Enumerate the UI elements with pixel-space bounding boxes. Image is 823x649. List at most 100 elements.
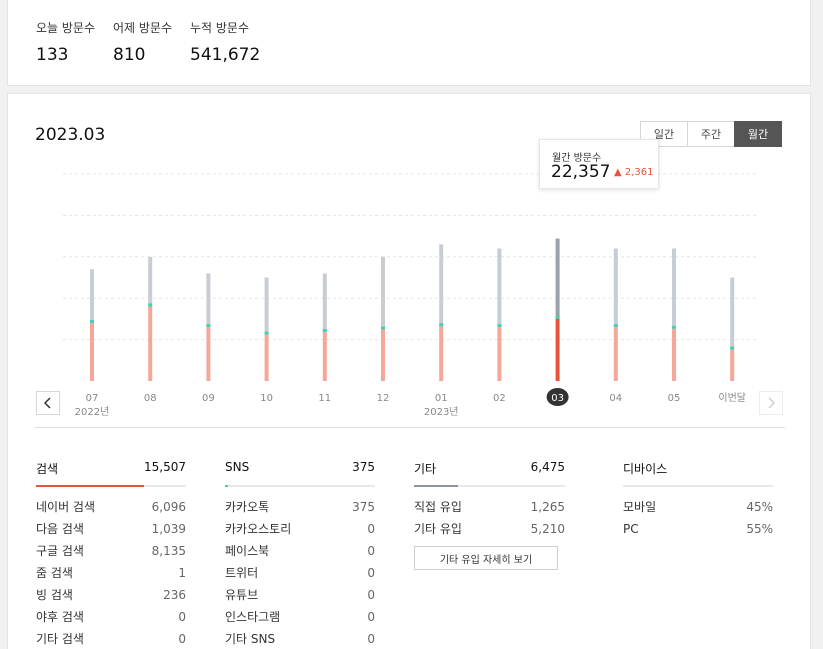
- stat-row: 카카오스토리 0: [225, 518, 375, 540]
- stat-row-value: 0: [367, 544, 375, 558]
- chart-tooltip: 월간 방문수 22,357 ▲ 2,361: [539, 139, 659, 189]
- bar-top-segment: [90, 269, 94, 324]
- bar-top-segment: [497, 248, 502, 328]
- bar-bottom-segment: [264, 334, 269, 381]
- x-tick-label: 11: [318, 393, 331, 404]
- sns-title: SNS: [225, 460, 250, 474]
- device-title: 디바이스: [623, 462, 668, 476]
- stat-row: 빙 검색 236: [36, 584, 186, 606]
- stat-row-value: 55%: [746, 522, 773, 536]
- bar-divider-mark: [148, 303, 153, 307]
- search-column: 검색 15,507 네이버 검색 6,096 다음 검색 1,039 구글 검색 8,13…: [36, 460, 186, 649]
- x-tick-label: 02: [493, 393, 506, 404]
- monthly-visits-chart: 07 08 09 10 11 12 01 02 03 04 05 이번달 2022년 2023년: [63, 173, 758, 418]
- stat-row-value: 8,135: [151, 544, 186, 558]
- bar-bottom-segment: [148, 306, 153, 381]
- x-tick-label: 08: [144, 393, 157, 404]
- stat-row: 야후 검색 0: [36, 606, 186, 628]
- bar-bottom-segment: [555, 318, 560, 381]
- stat-row-label: 야후 검색: [36, 610, 84, 624]
- x-tick-label: 07: [86, 393, 99, 404]
- stat-row-label: 페이스북: [225, 544, 270, 558]
- stat-row-value: 0: [367, 566, 375, 580]
- stat-row-value: 45%: [746, 500, 773, 514]
- stat-row-label: 빙 검색: [36, 588, 73, 602]
- bar-top-segment: [381, 256, 385, 330]
- bar-bottom-segment: [730, 349, 735, 381]
- stat-row-value: 1: [178, 566, 186, 580]
- stat-today-value: 133: [36, 45, 69, 65]
- stat-row: 직접 유입 1,265: [414, 496, 565, 518]
- chart-prev-button[interactable]: [36, 391, 60, 415]
- stat-row: PC 55%: [623, 518, 773, 540]
- stat-row-label: 네이버 검색: [36, 500, 96, 514]
- stat-row-value: 0: [367, 610, 375, 624]
- stat-row: 페이스북 0: [225, 540, 375, 562]
- bar-divider-mark: [497, 324, 502, 328]
- stat-today-label: 오늘 방문수: [36, 21, 96, 35]
- stat-row: 트위터 0: [225, 562, 375, 584]
- section-divider: [35, 427, 785, 428]
- tooltip-value: 22,357: [551, 162, 611, 182]
- stat-row-label: 유튜브: [225, 588, 259, 602]
- other-inflow-detail-button[interactable]: 기타 유입 자세히 보기: [414, 546, 558, 570]
- stat-yesterday: 어제 방문수 810: [113, 19, 172, 65]
- bar-top-segment: [148, 256, 153, 307]
- stat-row-label: 카카오스토리: [225, 522, 292, 536]
- bar-bottom-segment: [90, 323, 94, 381]
- x-tick-label: 10: [260, 393, 273, 404]
- bar-divider-mark: [672, 325, 676, 329]
- sns-total: 375: [352, 460, 375, 474]
- year-label: 2023년: [424, 406, 459, 418]
- chart-next-button[interactable]: [759, 391, 783, 415]
- bar-divider-mark: [206, 324, 211, 328]
- stat-total: 누적 방문수 541,672: [190, 19, 260, 65]
- stat-row-value: 1,265: [530, 500, 565, 514]
- sns-column: SNS 375 카카오톡 375 카카오스토리 0 페이스북 0 트위터 0 유튜브 0 인스타그램…: [225, 460, 375, 649]
- stat-total-label: 누적 방문수: [190, 21, 250, 35]
- bar-divider-mark: [613, 324, 618, 328]
- search-header: 검색 15,507: [36, 460, 186, 485]
- stat-row-value: 0: [178, 632, 186, 646]
- stat-row-label: 다음 검색: [36, 522, 84, 536]
- stat-row: 기타 SNS 0: [225, 628, 375, 649]
- stat-row-label: 모바일: [623, 500, 657, 514]
- bar-top-segment: [730, 277, 735, 350]
- year-label: 2022년: [75, 406, 110, 418]
- bar-bottom-segment: [672, 328, 676, 381]
- stat-row-label: 직접 유입: [414, 500, 462, 514]
- stat-row: 구글 검색 8,135: [36, 540, 186, 562]
- x-tick-label: 09: [202, 393, 215, 404]
- other-title: 기타: [414, 462, 437, 476]
- device-share-bar: [623, 485, 773, 487]
- x-tick-label: 03: [551, 393, 564, 404]
- x-tick-label: 01: [435, 393, 448, 404]
- stat-row-value: 0: [367, 588, 375, 602]
- stat-row-value: 0: [367, 522, 375, 536]
- search-share-bar: [36, 485, 186, 487]
- tooltip-delta: ▲ 2,361: [614, 167, 654, 178]
- stat-row-label: 기타 유입: [414, 522, 462, 536]
- bar-divider-mark: [322, 329, 327, 333]
- stat-row: 모바일 45%: [623, 496, 773, 518]
- stat-row-value: 5,210: [530, 522, 565, 536]
- x-tick-label: 04: [609, 393, 622, 404]
- stat-row-value: 1,039: [151, 522, 186, 536]
- other-total: 6,475: [530, 460, 565, 474]
- stat-row: 기타 유입 5,210: [414, 518, 565, 540]
- sns-header: SNS 375: [225, 460, 375, 485]
- x-tick-label: 05: [668, 393, 681, 404]
- stat-row-label: PC: [623, 522, 639, 536]
- bar-divider-mark: [439, 323, 444, 327]
- stat-row-label: 줌 검색: [36, 566, 73, 580]
- other-header: 기타 6,475: [414, 460, 565, 485]
- x-tick-label: 12: [377, 393, 390, 404]
- stat-row: 네이버 검색 6,096: [36, 496, 186, 518]
- bar-top-segment: [206, 273, 211, 328]
- bar-top-segment: [264, 277, 269, 335]
- other-column: 기타 6,475 직접 유입 1,265 기타 유입 5,210 기타 유입 자세히 …: [414, 460, 565, 570]
- chevron-left-icon: [43, 397, 51, 409]
- bar-top-segment: [439, 244, 444, 327]
- stat-row-value: 236: [163, 588, 186, 602]
- x-tick-label: 이번달: [718, 392, 746, 404]
